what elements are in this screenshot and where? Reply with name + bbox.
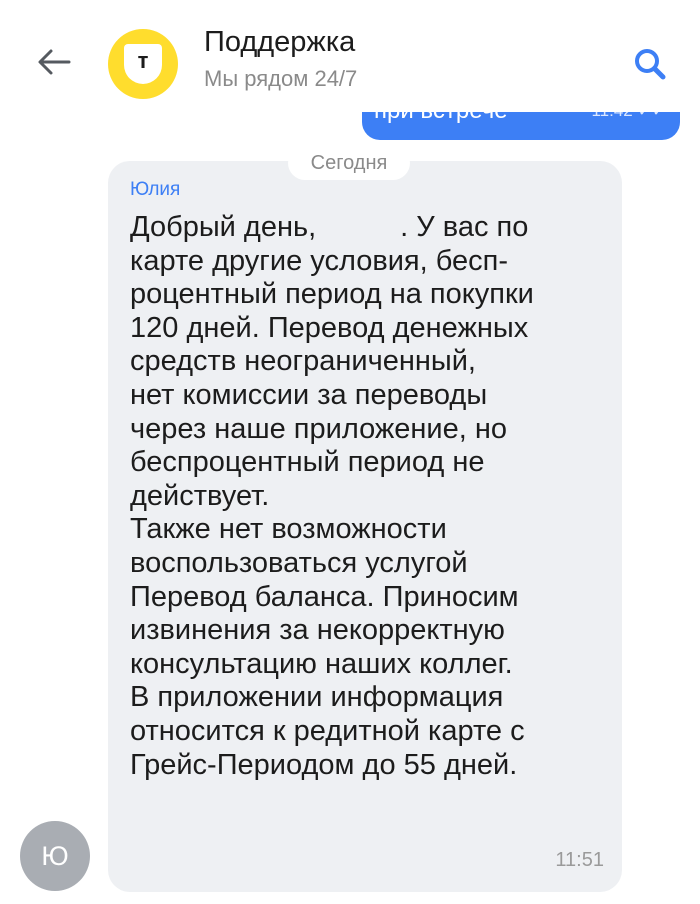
arrow-left-icon [38, 49, 71, 75]
support-logo[interactable]: т [108, 29, 178, 99]
message-line: относится к редитной карте с [130, 714, 525, 747]
message-line: карте другие условия, бесп- [130, 244, 509, 277]
logo-letter: т [137, 48, 149, 73]
message-line: беспроцентный период не [130, 446, 485, 479]
message-line: нет комиссии за переводы [130, 378, 488, 411]
message-line: В приложении информация [130, 681, 504, 714]
avatar[interactable]: Ю [20, 821, 90, 891]
received-message-bubble[interactable]: Юлия Добрый день,. У вас по карте другие… [108, 161, 622, 892]
search-button[interactable] [628, 42, 672, 86]
avatar-initial: Ю [41, 840, 69, 871]
sender-name: Юлия [130, 179, 181, 200]
message-line: через наше приложение, но [130, 412, 508, 445]
message-line: Перевод баланса. Приносим [130, 580, 519, 613]
message-line: Также нет возможности [130, 513, 447, 546]
message-line: воспользоваться услугой [130, 546, 468, 579]
message-line: извинения за некорректную [130, 614, 505, 647]
chat-header: т Поддержка Мы рядом 24/7 [0, 0, 700, 112]
chat-subtitle: Мы рядом 24/7 [204, 66, 358, 91]
chat-title: Поддержка [204, 26, 356, 58]
message-line: 120 дней. Перевод денежных [130, 311, 529, 344]
message-line: средств неограниченный, [130, 345, 476, 378]
date-divider: Сегодня [288, 146, 410, 180]
message-line: роцентный период на покупки [130, 278, 534, 311]
message-line: Добрый день,. У вас по [130, 211, 529, 243]
message-line: Грейс-Периодом до 55 дней. [130, 748, 518, 781]
message-line: консультацию наших коллег. [130, 647, 513, 680]
back-button[interactable] [34, 42, 74, 82]
message-time: 11:51 [555, 849, 604, 871]
shield-logo-icon: т [124, 44, 162, 84]
message-line: действует. [130, 479, 270, 512]
message-text: Добрый день,. У вас по карте другие усло… [130, 211, 610, 782]
search-icon [635, 49, 666, 80]
